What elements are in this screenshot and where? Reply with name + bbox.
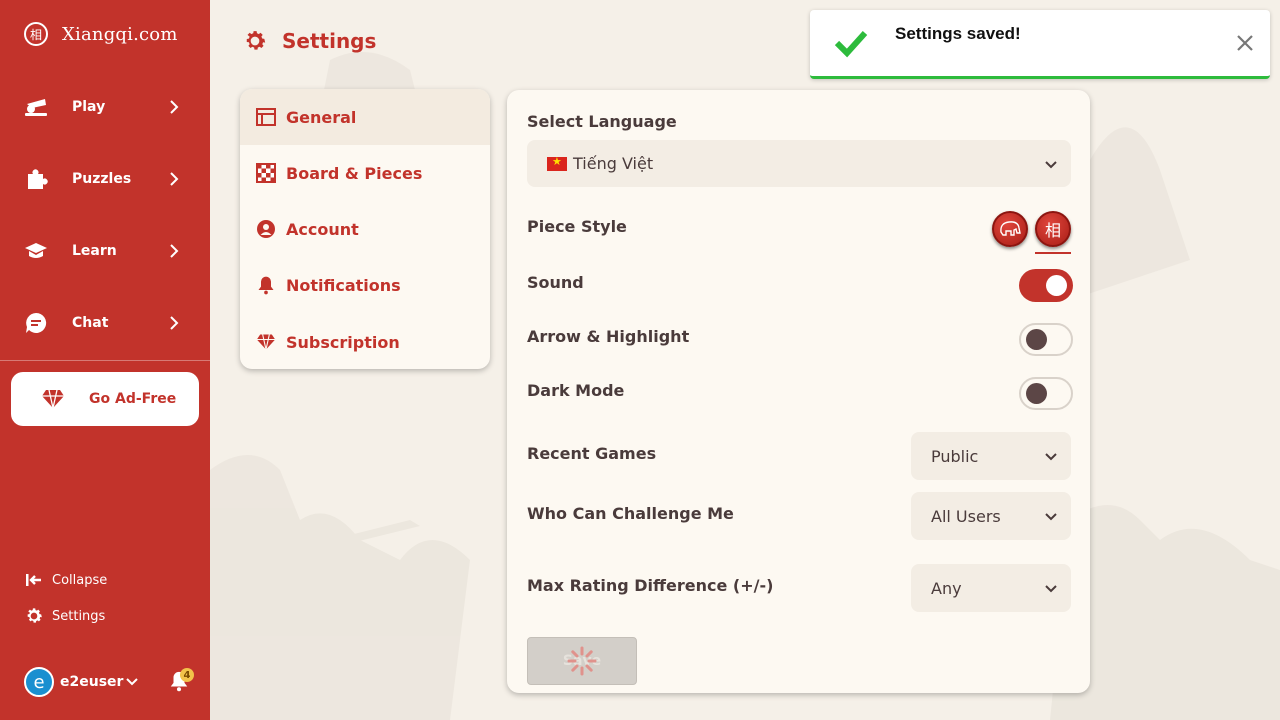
chevron-down-icon — [1045, 585, 1057, 593]
avatar: e — [24, 667, 54, 697]
toggle-knob — [1026, 383, 1047, 404]
diamond-icon — [41, 387, 65, 411]
who-can-challenge-label: Who Can Challenge Me — [527, 504, 734, 523]
sound-toggle[interactable] — [1019, 269, 1073, 302]
who-can-challenge-value: All Users — [931, 506, 1001, 526]
username: e2euser — [60, 674, 124, 690]
collapse-label: Collapse — [52, 572, 108, 588]
settings-tab-label: Subscription — [286, 332, 400, 352]
sidebar-item-chat[interactable]: Chat — [0, 301, 210, 345]
page-header: Settings — [242, 28, 376, 54]
chevron-down-icon — [1045, 513, 1057, 521]
user-menu[interactable]: e e2euser — [24, 667, 139, 697]
sidebar: 相 Xiangqi.com Play Puzzles Learn Chat Go… — [0, 0, 210, 720]
play-board-icon — [24, 95, 48, 119]
settings-tab-notifications[interactable]: Notifications — [240, 257, 490, 313]
logo-text: Xiangqi.com — [62, 23, 178, 45]
sidebar-item-label: Chat — [72, 315, 109, 331]
piece-style-selected-indicator — [1035, 252, 1071, 254]
logo-badge-icon: 相 — [24, 22, 48, 46]
close-icon[interactable] — [1234, 32, 1256, 54]
dark-mode-toggle[interactable] — [1019, 377, 1073, 410]
settings-tab-label: Board & Pieces — [286, 163, 423, 183]
go-ad-free-label: Go Ad-Free — [89, 391, 177, 407]
sidebar-item-puzzles[interactable]: Puzzles — [0, 157, 210, 201]
recent-games-select[interactable]: Public — [911, 432, 1071, 480]
settings-menu: General Board & Pieces Account Notificat… — [240, 89, 490, 369]
page-title: Settings — [282, 29, 377, 53]
sidebar-item-label: Play — [72, 99, 106, 115]
arrow-highlight-label: Arrow & Highlight — [527, 327, 690, 346]
toggle-knob — [1026, 329, 1047, 350]
go-ad-free-button[interactable]: Go Ad-Free — [11, 372, 199, 426]
puzzle-icon — [24, 167, 48, 191]
graduation-cap-icon — [24, 239, 48, 263]
user-circle-icon — [256, 219, 276, 239]
settings-tab-general[interactable]: General — [240, 89, 490, 145]
bell-icon — [256, 275, 276, 295]
who-can-challenge-select[interactable]: All Users — [911, 492, 1071, 540]
settings-gear-icon — [246, 31, 266, 50]
arrow-highlight-toggle[interactable] — [1019, 323, 1073, 356]
chevron-right-icon — [170, 172, 179, 186]
settings-tab-label: General — [286, 107, 357, 127]
piece-style-elephant-icon[interactable] — [992, 211, 1028, 247]
sidebar-item-label: Puzzles — [72, 171, 132, 187]
settings-tab-subscription[interactable]: Subscription — [240, 314, 490, 369]
chevron-down-icon — [1045, 453, 1057, 461]
collapse-button[interactable]: Collapse — [24, 570, 107, 590]
gear-icon — [24, 606, 44, 626]
language-label: Select Language — [527, 112, 677, 131]
settings-tab-account[interactable]: Account — [240, 201, 490, 257]
dark-mode-label: Dark Mode — [527, 381, 625, 400]
chat-bubble-icon — [24, 311, 48, 335]
recent-games-label: Recent Games — [527, 444, 657, 463]
sound-label: Sound — [527, 273, 584, 292]
settings-tab-label: Account — [286, 219, 359, 239]
checkerboard-icon — [256, 163, 276, 183]
max-rating-diff-label: Max Rating Difference (+/-) — [527, 576, 774, 595]
settings-tab-label: Notifications — [286, 275, 401, 295]
settings-saved-toast: Settings saved! — [810, 10, 1270, 79]
diamond-icon — [256, 332, 276, 352]
max-rating-diff-value: Any — [931, 578, 962, 598]
browser-window-icon — [256, 107, 276, 127]
piece-style-label: Piece Style — [527, 217, 627, 236]
save-button[interactable]: Save — [527, 637, 637, 685]
settings-tab-board-pieces[interactable]: Board & Pieces — [240, 145, 490, 201]
language-value: Tiếng Việt — [573, 154, 654, 173]
chevron-down-icon — [126, 678, 139, 686]
toggle-knob — [1046, 275, 1067, 296]
recent-games-value: Public — [931, 446, 979, 466]
sidebar-item-label: Learn — [72, 243, 117, 259]
chevron-right-icon — [170, 100, 179, 114]
chevron-right-icon — [170, 244, 179, 258]
collapse-icon — [24, 570, 44, 590]
max-rating-diff-select[interactable]: Any — [911, 564, 1071, 612]
loading-spinner-icon — [567, 646, 597, 676]
sidebar-item-play[interactable]: Play — [0, 85, 210, 129]
general-settings-panel: Select Language Tiếng Việt Piece Style 相… — [507, 90, 1090, 693]
language-select[interactable]: Tiếng Việt — [527, 140, 1071, 187]
notification-count-badge: 4 — [180, 668, 194, 682]
vietnam-flag-icon — [547, 155, 567, 171]
sidebar-settings-link[interactable]: Settings — [24, 606, 105, 626]
settings-label: Settings — [52, 608, 106, 624]
logo[interactable]: 相 Xiangqi.com — [24, 22, 178, 46]
toast-message: Settings saved! — [895, 24, 1021, 43]
checkmark-icon — [834, 30, 868, 58]
sidebar-divider — [0, 360, 210, 361]
chevron-down-icon — [1045, 160, 1057, 168]
sidebar-item-learn[interactable]: Learn — [0, 229, 210, 273]
piece-style-character-icon[interactable]: 相 — [1035, 211, 1071, 247]
chevron-right-icon — [170, 316, 179, 330]
